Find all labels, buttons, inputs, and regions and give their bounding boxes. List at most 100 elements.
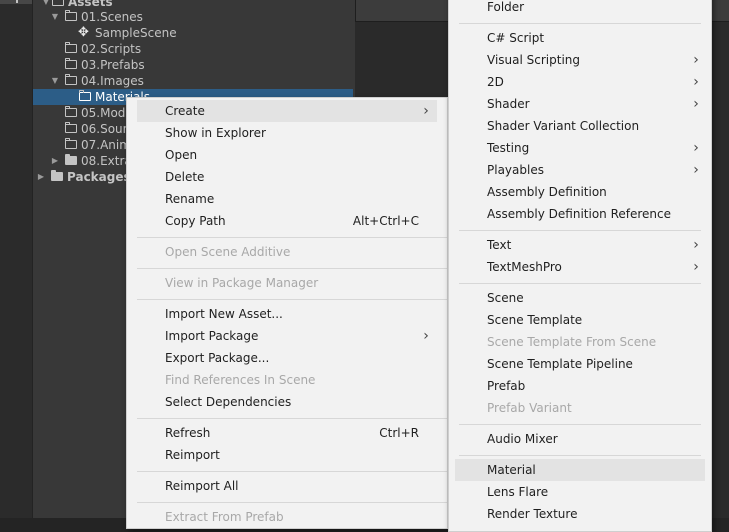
folder-open-icon xyxy=(65,10,77,21)
tree-item-label: SampleScene xyxy=(95,26,177,40)
menu-item-find-references: Find References In Scene xyxy=(137,369,437,391)
menu-item-label: Extract From Prefab xyxy=(165,510,284,524)
collapse-arrow-icon[interactable]: ▶ xyxy=(50,153,60,169)
menu-item-label: Find References In Scene xyxy=(165,373,316,387)
menu-item-label: Import Package xyxy=(165,329,259,343)
menu-separator xyxy=(459,455,701,456)
tree-item-label: 03.Prefabs xyxy=(81,58,145,72)
menu-item-folder[interactable]: Folder xyxy=(455,0,705,18)
context-menu: Create › Show in Explorer Open Delete Ren… xyxy=(126,97,448,529)
menu-item-label: Folder xyxy=(487,0,525,14)
tree-item-images[interactable]: ▼ 04.Images xyxy=(33,73,353,89)
menu-item-label: Testing xyxy=(487,141,530,155)
menu-item-label: Material xyxy=(487,463,536,477)
menu-separator xyxy=(459,23,701,24)
menu-item-label: Prefab xyxy=(487,379,526,393)
submenu-arrow-icon: › xyxy=(423,328,429,344)
tree-item-scenes[interactable]: ▼ 01.Scenes xyxy=(33,9,353,25)
menu-item-open-scene-additive: Open Scene Additive xyxy=(137,241,437,263)
folder-open-icon xyxy=(65,74,77,85)
menu-item-label: Scene Template From Scene xyxy=(487,335,657,349)
menu-item-text[interactable]: Text › xyxy=(455,234,705,256)
menu-item-label: Scene Template Pipeline xyxy=(487,357,633,371)
menu-item-textmeshpro[interactable]: TextMeshPro › xyxy=(455,256,705,278)
menu-item-reimport[interactable]: Reimport xyxy=(137,444,437,466)
menu-item-label: Refresh xyxy=(165,426,211,440)
collapse-arrow-icon[interactable]: ▶ xyxy=(36,169,46,185)
tree-item-prefabs[interactable]: 03.Prefabs xyxy=(33,57,353,73)
menu-item-delete[interactable]: Delete xyxy=(137,166,437,188)
menu-item-copy-path[interactable]: Copy Path Alt+Ctrl+C xyxy=(137,210,437,232)
menu-item-label: C# Script xyxy=(487,31,545,45)
menu-item-reimport-all[interactable]: Reimport All xyxy=(137,475,437,497)
tree-item-label: Packages xyxy=(67,170,131,184)
gutter-tab[interactable] xyxy=(0,0,32,4)
menu-item-select-dependencies[interactable]: Select Dependencies xyxy=(137,391,437,413)
favorites-gutter xyxy=(0,0,33,518)
gutter-tab-mark xyxy=(16,0,18,3)
menu-item-csharp-script[interactable]: C# Script xyxy=(455,27,705,49)
menu-item-material[interactable]: Material xyxy=(455,459,705,481)
expand-arrow-icon[interactable]: ▼ xyxy=(50,9,60,25)
menu-item-scene[interactable]: Scene xyxy=(455,287,705,309)
menu-item-label: Export Package... xyxy=(165,351,270,365)
expand-arrow-icon[interactable]: ▼ xyxy=(50,73,60,89)
menu-item-import-new-asset[interactable]: Import New Asset... xyxy=(137,303,437,325)
menu-item-rename[interactable]: Rename xyxy=(137,188,437,210)
menu-item-label: Rename xyxy=(165,192,215,206)
menu-item-shortcut: Ctrl+R xyxy=(379,426,419,440)
menu-item-audio-mixer[interactable]: Audio Mixer xyxy=(455,428,705,450)
menu-item-visual-scripting[interactable]: Visual Scripting › xyxy=(455,49,705,71)
menu-item-assembly-definition[interactable]: Assembly Definition xyxy=(455,181,705,203)
tree-item-label: 02.Scripts xyxy=(81,42,142,56)
menu-item-label: Shader xyxy=(487,97,530,111)
menu-item-lens-flare[interactable]: Lens Flare xyxy=(455,481,705,503)
menu-item-label: Scene Template xyxy=(487,313,583,327)
menu-item-testing[interactable]: Testing › xyxy=(455,137,705,159)
menu-item-shader[interactable]: Shader › xyxy=(455,93,705,115)
menu-item-prefab[interactable]: Prefab xyxy=(455,375,705,397)
menu-item-open[interactable]: Open xyxy=(137,144,437,166)
menu-item-render-texture[interactable]: Render Texture xyxy=(455,503,705,525)
menu-item-label: Text xyxy=(487,238,512,252)
menu-item-label: Create xyxy=(165,104,205,118)
menu-item-create[interactable]: Create › xyxy=(137,100,437,122)
tree-item-label: 01.Scenes xyxy=(81,10,143,24)
menu-item-scene-template[interactable]: Scene Template xyxy=(455,309,705,331)
menu-item-import-package[interactable]: Import Package › xyxy=(137,325,437,347)
menu-separator xyxy=(137,418,447,419)
tree-item-label: 06.Soun xyxy=(81,122,131,136)
folder-icon xyxy=(79,90,91,101)
menu-item-label: Delete xyxy=(165,170,205,184)
menu-separator xyxy=(137,502,447,503)
menu-item-export-package[interactable]: Export Package... xyxy=(137,347,437,369)
menu-item-label: Visual Scripting xyxy=(487,53,580,67)
menu-separator xyxy=(459,283,701,284)
menu-item-2d[interactable]: 2D › xyxy=(455,71,705,93)
folder-icon xyxy=(65,42,77,53)
tree-item-scripts[interactable]: 02.Scripts xyxy=(33,41,353,57)
menu-item-scene-template-pipeline[interactable]: Scene Template Pipeline xyxy=(455,353,705,375)
tree-item-label: 07.Anim xyxy=(81,138,131,152)
menu-item-scene-template-from-scene: Scene Template From Scene xyxy=(455,331,705,353)
submenu-arrow-icon: › xyxy=(693,162,699,178)
tree-item-label: 08.Extra xyxy=(81,154,132,168)
menu-item-playables[interactable]: Playables › xyxy=(455,159,705,181)
menu-item-extract-from-prefab: Extract From Prefab xyxy=(137,506,437,528)
menu-item-label: Open xyxy=(165,148,198,162)
create-submenu: Folder C# Script Visual Scripting › 2D › S… xyxy=(448,0,712,532)
menu-item-label: 2D xyxy=(487,75,504,89)
submenu-arrow-icon: › xyxy=(693,140,699,156)
menu-separator xyxy=(137,237,447,238)
menu-item-show-in-explorer[interactable]: Show in Explorer xyxy=(137,122,437,144)
submenu-arrow-icon: › xyxy=(693,237,699,253)
menu-item-assembly-definition-reference[interactable]: Assembly Definition Reference xyxy=(455,203,705,225)
menu-item-label: Assembly Definition xyxy=(487,185,607,199)
tree-item-samplescene[interactable]: ✥ SampleScene xyxy=(33,25,353,41)
menu-item-label: Render Texture xyxy=(487,507,578,521)
folder-solid-icon xyxy=(65,154,77,165)
menu-item-prefab-variant: Prefab Variant xyxy=(455,397,705,419)
menu-item-label: Lens Flare xyxy=(487,485,549,499)
menu-item-shader-variant-collection[interactable]: Shader Variant Collection xyxy=(455,115,705,137)
menu-item-refresh[interactable]: Refresh Ctrl+R xyxy=(137,422,437,444)
